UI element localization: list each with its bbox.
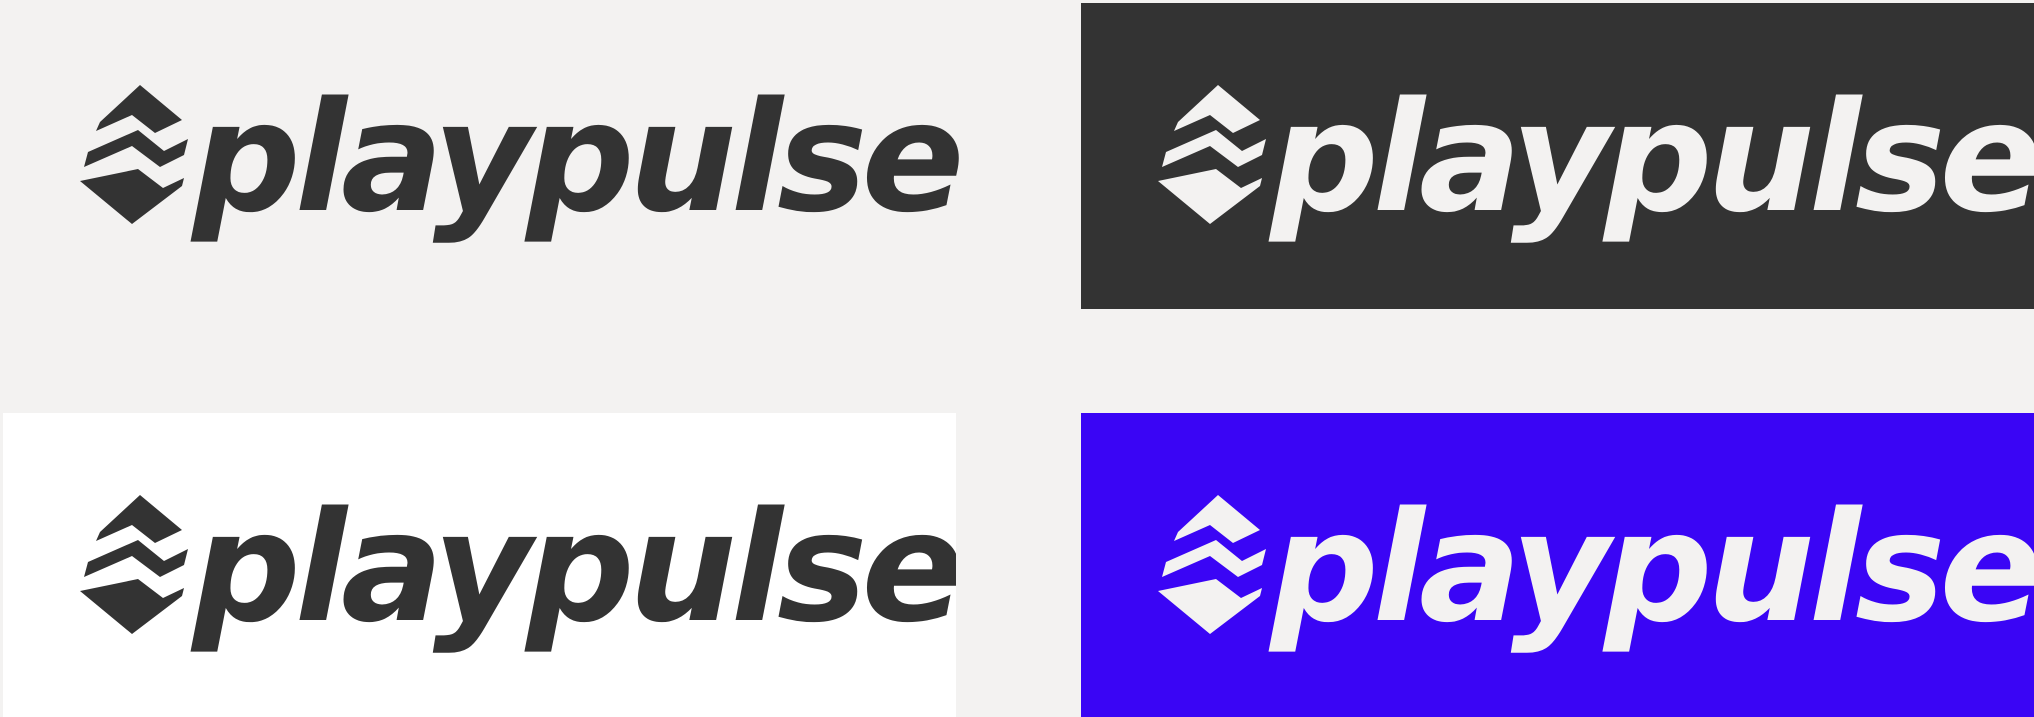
brand-wordmark: playpulse [1270,479,2034,656]
logo-panel-blue: playpulse [1081,413,2034,717]
pulse-mark-icon [1158,85,1278,231]
logo-panel-dark: playpulse [1081,3,2034,309]
pulse-mark-icon [1158,495,1278,641]
brand-wordmark: playpulse [192,479,956,656]
pulse-mark-icon [80,495,200,641]
pulse-mark-icon [80,85,200,231]
logo-panel-white: playpulse [3,413,956,717]
brand-wordmark: playpulse [1270,69,2034,246]
brand-wordmark: playpulse [192,69,965,246]
logo-panel-light: playpulse [0,0,1020,358]
